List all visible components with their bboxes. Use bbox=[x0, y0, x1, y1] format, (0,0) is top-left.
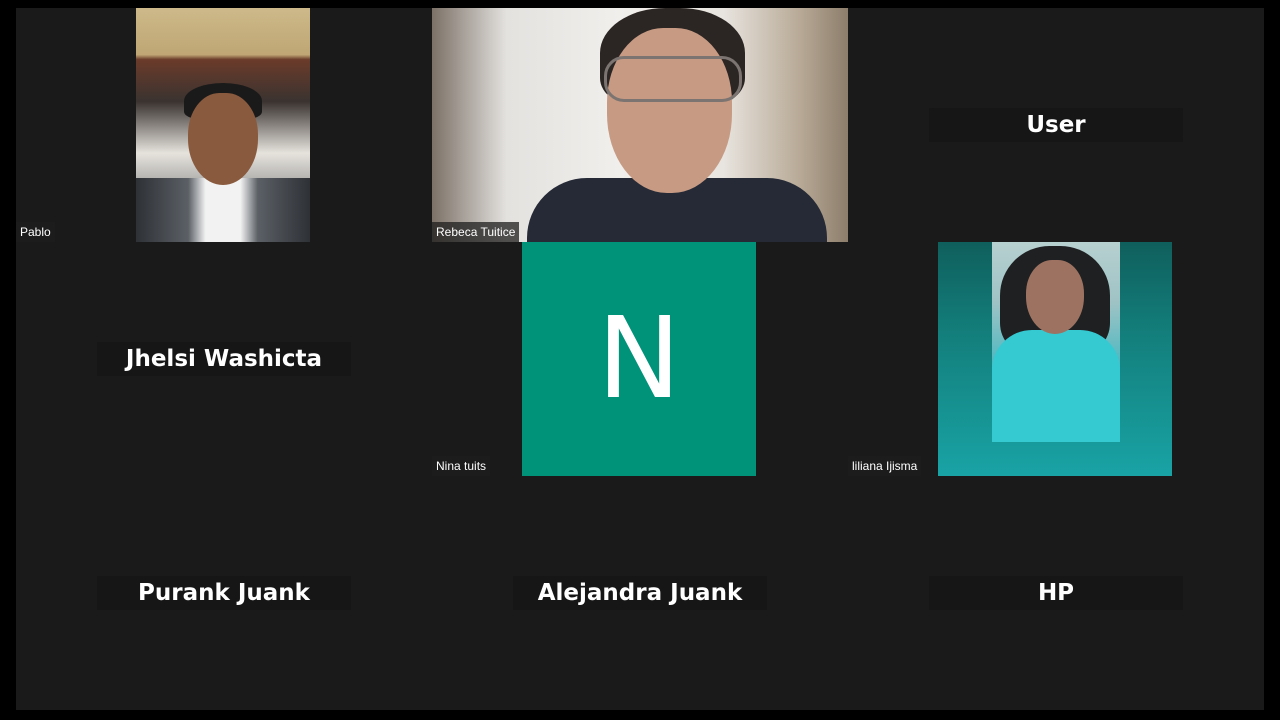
video-body bbox=[136, 178, 310, 242]
participant-name-label: Alejandra Juank bbox=[513, 576, 767, 610]
participant-name-label: HP bbox=[929, 576, 1183, 610]
participant-name-tag: Rebeca Tuitice bbox=[432, 222, 520, 242]
participant-name-label: Purank Juank bbox=[97, 576, 351, 610]
participant-tile-alejandra[interactable]: Alejandra Juank bbox=[432, 476, 848, 710]
participant-video bbox=[432, 8, 848, 242]
participant-video bbox=[938, 242, 1172, 476]
video-face bbox=[607, 28, 732, 193]
participant-tile-nina[interactable]: N Nina tuits bbox=[432, 242, 848, 476]
participant-video bbox=[136, 8, 310, 242]
participant-tile-user[interactable]: User bbox=[848, 8, 1264, 242]
participant-tile-purank[interactable]: Purank Juank bbox=[16, 476, 432, 710]
participant-tile-jhelsi[interactable]: Jhelsi Washicta bbox=[16, 242, 432, 476]
participant-name-tag: Nina tuits bbox=[432, 456, 491, 476]
participant-name-label: User bbox=[929, 108, 1183, 142]
participant-tile-hp[interactable]: HP bbox=[848, 476, 1264, 710]
participant-name-label: Jhelsi Washicta bbox=[97, 342, 351, 376]
video-glasses bbox=[604, 56, 742, 102]
video-body bbox=[992, 330, 1120, 442]
participant-tile-pablo[interactable]: Pablo bbox=[16, 8, 432, 242]
participant-name-tag: Pablo bbox=[16, 222, 55, 242]
participant-tile-rebeca[interactable]: Rebeca Tuitice bbox=[432, 8, 848, 242]
participant-name-tag: liliana Ijisma bbox=[848, 456, 922, 476]
video-grid: Pablo Rebeca Tuitice User Jhelsi Washict… bbox=[16, 8, 1264, 710]
video-face bbox=[1026, 260, 1084, 334]
video-face bbox=[188, 93, 258, 185]
participant-tile-liliana[interactable]: liliana Ijisma bbox=[848, 242, 1264, 476]
participant-avatar: N bbox=[522, 242, 756, 476]
